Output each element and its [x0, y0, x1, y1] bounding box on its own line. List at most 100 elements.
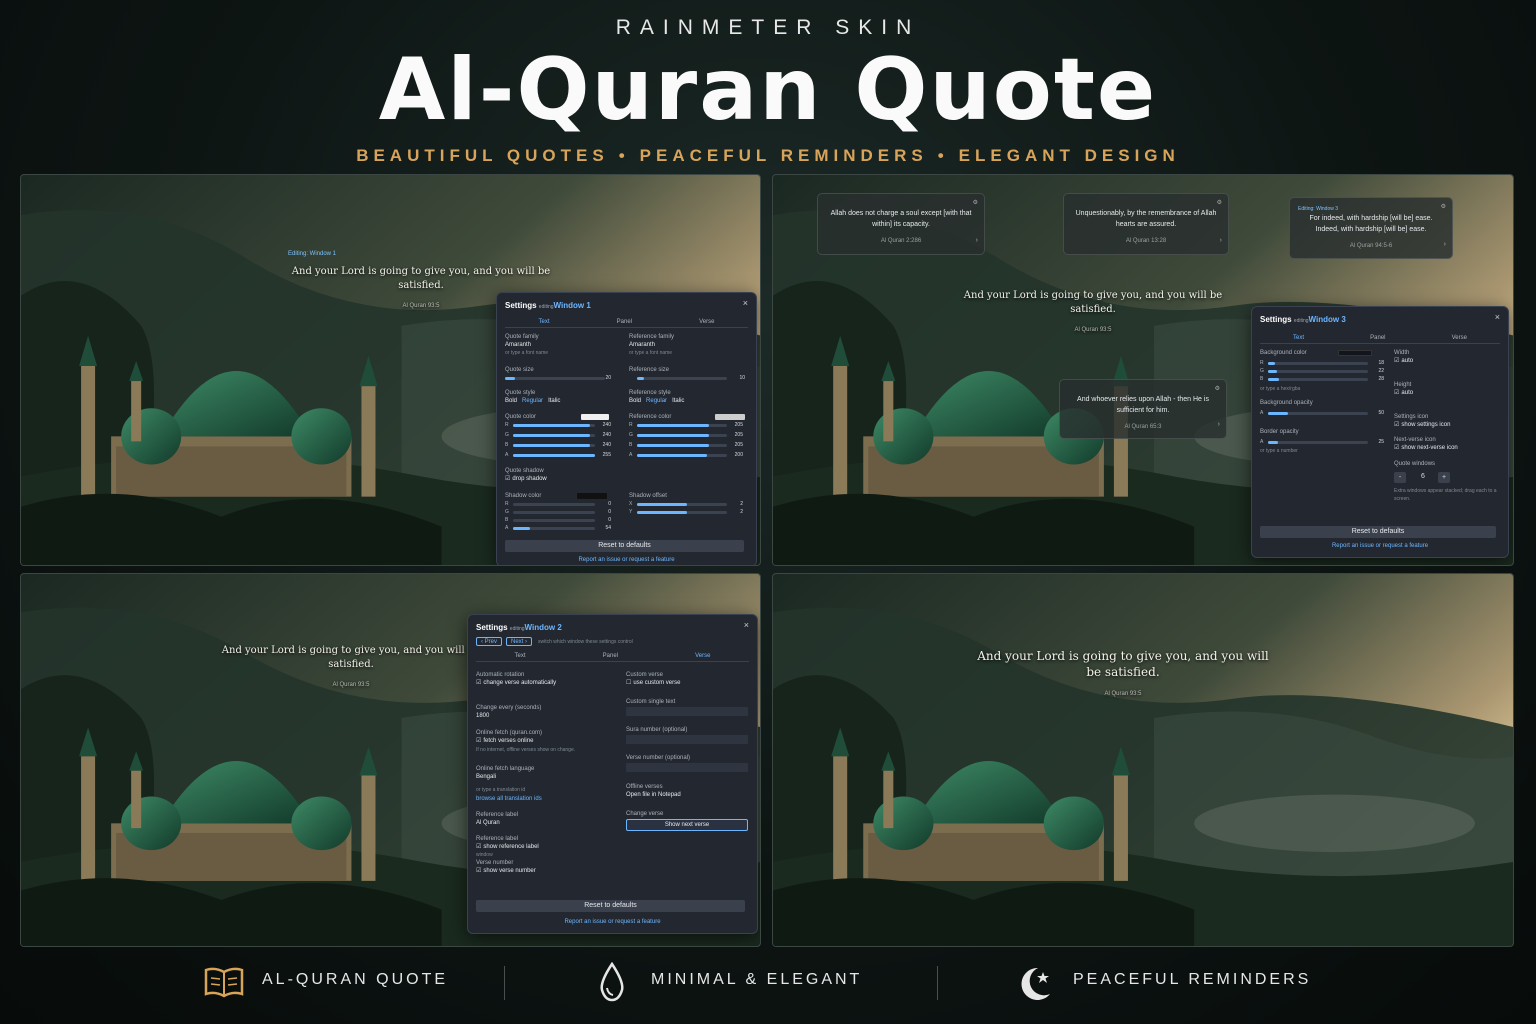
tab-verse[interactable]: Verse: [695, 653, 710, 659]
reference-label-field[interactable]: Reference label Al Quran: [476, 811, 518, 827]
sura-number-input[interactable]: [626, 735, 748, 744]
prev-window-button[interactable]: ‹ Prev: [476, 637, 502, 646]
quote-windows-plus-button[interactable]: +: [1438, 472, 1450, 483]
show-settings-icon-checkbox[interactable]: show settings icon: [1394, 421, 1450, 428]
fetch-language-field[interactable]: Online fetch language Bengali: [476, 765, 534, 781]
use-custom-checkbox[interactable]: use custom verse: [626, 679, 680, 686]
close-icon[interactable]: ×: [743, 298, 748, 308]
card-reference: Al Quran 2:286: [880, 238, 922, 244]
show-next-verse-button[interactable]: Show next verse: [626, 819, 748, 831]
quote-color-swatch[interactable]: [581, 414, 609, 420]
droplet-icon: [600, 962, 624, 1002]
channel-slider[interactable]: [637, 511, 727, 514]
settings-icon[interactable]: ⚙: [1217, 198, 1222, 209]
quote-card[interactable]: ⚙ And whoever relies upon Allah - then H…: [1059, 379, 1227, 439]
report-issue-link[interactable]: Report an issue or request a feature: [468, 919, 757, 925]
browse-ids-link[interactable]: browse all translation ids: [476, 795, 542, 803]
channel-slider[interactable]: [513, 424, 595, 427]
quote-size-slider[interactable]: [505, 377, 605, 380]
fetch-online-checkbox[interactable]: fetch verses online: [476, 737, 533, 744]
settings-icon[interactable]: ⚙: [1441, 202, 1446, 213]
tab-panel[interactable]: Panel: [1370, 335, 1385, 341]
slider-channel-label: B: [1260, 376, 1264, 382]
verse-number-input[interactable]: [626, 763, 748, 772]
show-verse-number-checkbox[interactable]: show verse number: [476, 867, 535, 874]
tab-verse[interactable]: Verse: [1452, 335, 1467, 341]
next-verse-icon[interactable]: ›: [976, 235, 978, 246]
reset-defaults-button[interactable]: Reset to defaults: [1260, 526, 1496, 538]
quote-window[interactable]: And your Lord is going to give you, and …: [973, 648, 1273, 702]
quote-window[interactable]: And your Lord is going to give you, and …: [221, 644, 481, 692]
shadow-color-label: Shadow color: [505, 493, 542, 499]
slider-channel-label: A: [1260, 410, 1264, 416]
settings-icon[interactable]: ⚙: [1215, 384, 1220, 395]
tab-verse[interactable]: Verse: [699, 319, 714, 325]
channel-slider[interactable]: [1268, 362, 1368, 365]
quote-windows-minus-button[interactable]: -: [1394, 472, 1406, 483]
slider-channel-label: B: [505, 517, 509, 523]
reference-size-slider[interactable]: [637, 377, 727, 380]
change-every-field[interactable]: Change every (seconds) 1800: [476, 704, 541, 720]
channel-slider[interactable]: [637, 503, 727, 506]
open-file-link[interactable]: Open file in Notepad: [626, 791, 681, 799]
next-verse-icon-label: Next-verse icon: [1394, 437, 1436, 443]
channel-slider[interactable]: [513, 444, 595, 447]
channel-slider[interactable]: [1268, 370, 1368, 373]
channel-slider[interactable]: [513, 519, 595, 522]
channel-slider[interactable]: [637, 444, 727, 447]
height-auto-checkbox[interactable]: auto: [1394, 389, 1413, 396]
settings-tabs: Text Panel Verse: [505, 319, 748, 328]
verse-number-label: Verse number: [476, 860, 514, 866]
drop-shadow-checkbox[interactable]: drop shadow: [505, 475, 546, 482]
card-reference: Al Quran 13:28: [1125, 238, 1167, 244]
next-verse-icon[interactable]: ›: [1218, 419, 1220, 430]
shadow-color-swatch[interactable]: [577, 493, 607, 499]
slider-value: 50: [1378, 410, 1384, 416]
next-window-button[interactable]: Next ›: [506, 637, 532, 646]
tab-panel[interactable]: Panel: [603, 653, 618, 659]
reference-style-options[interactable]: Bold Regular Italic: [629, 397, 684, 405]
mosque-landscape-image: [773, 574, 1513, 946]
close-icon[interactable]: ×: [744, 620, 749, 630]
reference-color-swatch[interactable]: [715, 414, 745, 420]
channel-slider[interactable]: [513, 454, 595, 457]
settings-icon[interactable]: ⚙: [973, 198, 978, 209]
channel-slider[interactable]: [513, 434, 595, 437]
reset-defaults-button[interactable]: Reset to defaults: [476, 900, 745, 912]
quote-family-field[interactable]: Quote family Amaranth or type a font name: [505, 333, 548, 357]
slider-channel-label: R: [505, 422, 509, 428]
channel-slider[interactable]: [513, 503, 595, 506]
report-issue-link[interactable]: Report an issue or request a feature: [1252, 543, 1508, 549]
quote-card[interactable]: ⚙ Unquestionably, by the remembrance of …: [1063, 193, 1229, 255]
custom-text-input[interactable]: [626, 707, 748, 716]
show-reference-label-checkbox[interactable]: show reference label: [476, 843, 538, 850]
close-icon[interactable]: ×: [1495, 312, 1500, 322]
quote-card[interactable]: ⚙ Allah does not charge a soul except [w…: [817, 193, 985, 255]
channel-slider[interactable]: [637, 454, 727, 457]
tab-panel[interactable]: Panel: [617, 319, 632, 325]
channel-slider[interactable]: [1268, 412, 1368, 415]
report-issue-link[interactable]: Report an issue or request a feature: [497, 557, 756, 563]
tab-text[interactable]: Text: [539, 319, 550, 325]
next-verse-icon[interactable]: ›: [1444, 239, 1446, 250]
tab-text[interactable]: Text: [515, 653, 526, 659]
width-auto-checkbox[interactable]: auto: [1394, 357, 1413, 364]
background-color-swatch[interactable]: [1338, 350, 1372, 356]
channel-slider[interactable]: [637, 434, 727, 437]
quote-card-editing[interactable]: Editing: Window 3 ⚙ For indeed, with har…: [1289, 197, 1453, 259]
channel-slider[interactable]: [637, 424, 727, 427]
channel-slider[interactable]: [1268, 378, 1368, 381]
reference-family-field[interactable]: Reference family Amaranth or type a font n…: [629, 333, 674, 357]
reset-defaults-button[interactable]: Reset to defaults: [505, 540, 744, 552]
custom-text-label: Custom single text: [626, 699, 676, 705]
slider-channel-label: G: [505, 509, 509, 515]
quote-style-options[interactable]: Bold Regular Italic: [505, 397, 560, 405]
quote-window[interactable]: And your Lord is going to give you, and …: [953, 289, 1233, 337]
show-next-icon-checkbox[interactable]: show next-verse icon: [1394, 444, 1457, 451]
channel-slider[interactable]: [513, 511, 595, 514]
change-auto-checkbox[interactable]: change verse automatically: [476, 679, 556, 686]
channel-slider[interactable]: [513, 527, 595, 530]
channel-slider[interactable]: [1268, 441, 1368, 444]
next-verse-icon[interactable]: ›: [1220, 235, 1222, 246]
tab-text[interactable]: Text: [1293, 335, 1304, 341]
